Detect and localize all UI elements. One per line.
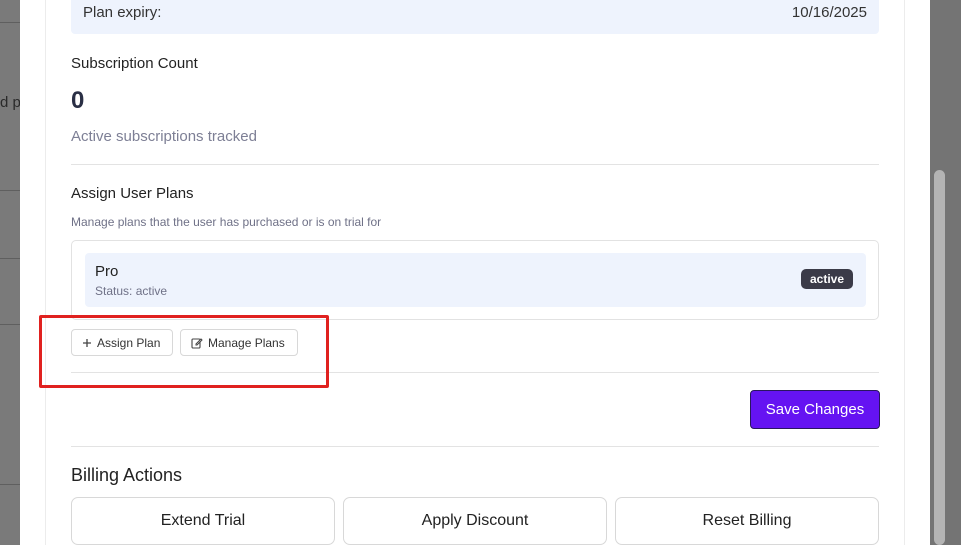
background-text: d p — [0, 94, 20, 111]
plan-item[interactable]: Pro Status: active active — [85, 253, 866, 307]
plan-expiry-label: Plan expiry: — [83, 3, 162, 21]
plan-expiry-row: Plan expiry: 10/16/2025 — [71, 0, 879, 34]
background-divider — [0, 190, 20, 191]
background-divider — [0, 258, 20, 259]
user-billing-modal: Plan expiry: 10/16/2025 Subscription Cou… — [20, 0, 930, 545]
status-badge: active — [800, 269, 853, 289]
extend-trial-button[interactable]: Extend Trial — [71, 497, 335, 545]
subscription-count-value: 0 — [71, 87, 85, 114]
user-plans-list: Pro Status: active active — [71, 240, 879, 320]
section-divider — [71, 164, 879, 165]
background-divider — [0, 324, 20, 325]
background-panel — [0, 0, 20, 545]
subscription-count-caption: Active subscriptions tracked — [71, 128, 257, 145]
reset-billing-button[interactable]: Reset Billing — [615, 497, 879, 545]
section-divider — [71, 446, 879, 447]
plan-expiry-value: 10/16/2025 — [791, 3, 867, 21]
highlight-annotation — [39, 315, 329, 388]
save-changes-button[interactable]: Save Changes — [750, 390, 880, 429]
apply-discount-button[interactable]: Apply Discount — [343, 497, 607, 545]
background-divider — [0, 22, 20, 23]
scrollbar-thumb[interactable] — [934, 170, 945, 545]
subscription-count-title: Subscription Count — [71, 55, 198, 72]
assign-user-plans-description: Manage plans that the user has purchased… — [71, 215, 382, 229]
plan-status: Status: active — [95, 284, 168, 298]
plan-name: Pro — [95, 263, 119, 280]
background-divider — [0, 484, 20, 485]
billing-actions-title: Billing Actions — [71, 465, 183, 485]
modal-content: Plan expiry: 10/16/2025 Subscription Cou… — [45, 0, 905, 545]
assign-user-plans-title: Assign User Plans — [71, 185, 194, 202]
